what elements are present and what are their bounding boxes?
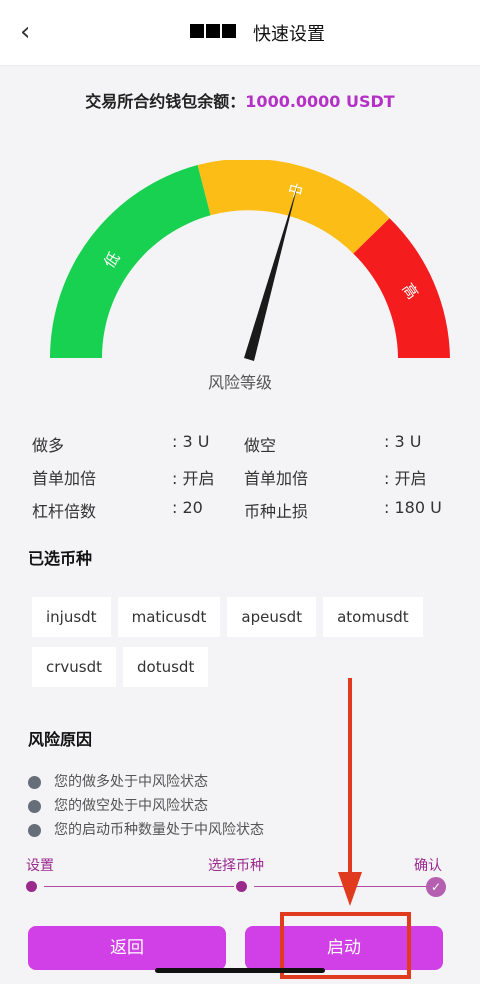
stat-value: : 3 U [172, 432, 210, 451]
step-label-select-coins: 选择币种 [208, 858, 264, 874]
risk-level-label: 风险等级 [207, 373, 272, 392]
step-label-setup: 设置 [26, 858, 54, 874]
balance-label: 交易所合约钱包余额： [85, 92, 246, 111]
wallet-balance: 交易所合约钱包余额：1000.0000 USDT [0, 88, 480, 112]
stat-row: 首单加倍 : 开启 首单加倍 : 开启 [32, 465, 452, 498]
gauge-segment-low [50, 165, 211, 358]
stat-key: 首单加倍 [244, 469, 309, 488]
bullet-icon [28, 800, 41, 813]
coin-chip[interactable]: crvusdt [32, 647, 117, 687]
coin-chip[interactable]: atomusdt [323, 597, 423, 637]
coin-chip[interactable]: apeusdt [227, 597, 317, 637]
stat-key: 首单加倍 [32, 469, 97, 488]
stat-row: 做多 : 3 U 做空 : 3 U [32, 432, 452, 465]
risk-reasons-list: 您的做多处于中风险状态 您的做空处于中风险状态 您的启动币种数量处于中风险状态 [28, 772, 264, 844]
list-item: 您的做多处于中风险状态 [28, 772, 264, 796]
stat-value: : 20 [172, 498, 203, 517]
check-icon: ✓ [426, 877, 446, 897]
balance-amount: 1000.0000 USDT [245, 92, 395, 111]
stat-key: 做多 [32, 436, 65, 455]
selected-coins-title: 已选币种 [28, 549, 93, 568]
list-item: 您的启动币种数量处于中风险状态 [28, 820, 264, 844]
stat-value: : 开启 [384, 469, 427, 488]
risk-reasons-title: 风险原因 [28, 730, 93, 749]
gauge-segment-mid [197, 160, 390, 254]
reason-text: 您的启动币种数量处于中风险状态 [54, 822, 264, 838]
stat-value: : 开启 [172, 469, 215, 488]
coin-chip[interactable]: maticusdt [117, 597, 221, 637]
coin-chip[interactable]: injusdt [32, 597, 111, 637]
stat-key: 做空 [244, 436, 277, 455]
stat-value: : 3 U [384, 432, 422, 451]
top-bar: ‹ 快速设置 [0, 0, 480, 66]
bullet-icon [28, 824, 41, 837]
coin-list: injusdt maticusdt apeusdt atomusdt crvusdt do… [32, 597, 452, 697]
step-dot [236, 881, 247, 892]
stat-key: 杠杆倍数 [32, 502, 97, 521]
annotation-arrow-head [338, 872, 362, 906]
risk-gauge: 低 中 高 [50, 160, 450, 361]
chevron-left-icon[interactable]: ‹ [20, 18, 48, 46]
step-connector [44, 886, 234, 887]
stat-row: 杠杆倍数 : 20 币种止损 : 180 U [32, 498, 452, 531]
settings-summary: 做多 : 3 U 做空 : 3 U 首单加倍 : 开启 首单加倍 : 开启 杠杆… [32, 432, 452, 531]
home-indicator [155, 968, 325, 973]
progress-stepper: 设置 选择币种 确认 ✓ [26, 855, 450, 897]
page-title: 快速设置 [253, 24, 325, 45]
list-item: 您的做空处于中风险状态 [28, 796, 264, 820]
back-button[interactable]: 返回 [28, 926, 226, 970]
coin-chip[interactable]: dotusdt [123, 647, 209, 687]
stat-value: : 180 U [384, 498, 442, 517]
reason-text: 您的做多处于中风险状态 [54, 774, 208, 790]
annotation-arrow [348, 678, 352, 898]
bullet-icon [28, 776, 41, 789]
okx-logo [190, 23, 238, 39]
stat-key: 币种止损 [244, 502, 309, 521]
step-label-confirm: 确认 [414, 858, 442, 874]
step-dot [26, 881, 37, 892]
reason-text: 您的做空处于中风险状态 [54, 798, 208, 814]
